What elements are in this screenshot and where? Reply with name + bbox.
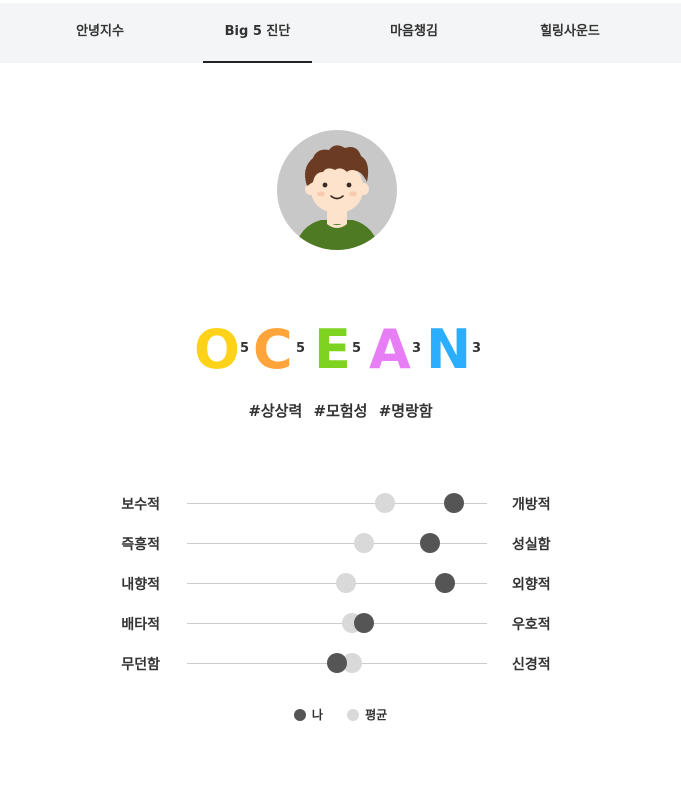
tab-big5-diagnosis[interactable]: Big 5 진단 <box>203 3 312 63</box>
trait-right-label: 신경적 <box>512 657 551 673</box>
ocean-score-c: 5 <box>296 341 306 356</box>
trait-track <box>187 573 487 593</box>
average-marker <box>354 533 374 553</box>
trait-right-label: 외향적 <box>512 577 551 593</box>
ocean-score-n: 3 <box>472 341 482 356</box>
trait-row-neuroticism: 무던함 신경적 <box>0 648 681 678</box>
hashtag: #상상력 <box>248 402 303 420</box>
trait-row-agreeableness: 배타적 우호적 <box>0 608 681 638</box>
ocean-letter-o: O <box>194 318 240 381</box>
hashtag: #명랑함 <box>378 402 433 420</box>
average-marker <box>336 573 356 593</box>
ocean-score-a: 3 <box>412 341 422 356</box>
legend-me-label: 나 <box>311 708 323 722</box>
trait-right-label: 개방적 <box>512 497 551 513</box>
my-score-marker <box>435 573 455 593</box>
avatar-illustration <box>277 130 397 250</box>
trait-track <box>187 493 487 513</box>
ocean-score-e: 5 <box>352 341 362 356</box>
my-score-marker <box>354 613 374 633</box>
avatar <box>277 130 397 250</box>
trait-track <box>187 613 487 633</box>
trait-track <box>187 533 487 553</box>
tab-wellbeing-index[interactable]: 안녕지수 <box>40 3 160 63</box>
legend: 나 평균 <box>0 706 681 723</box>
trait-left-label: 무던함 <box>121 657 160 673</box>
trait-track <box>187 653 487 673</box>
ocean-letter-c: C <box>253 318 293 381</box>
ocean-letter-n: N <box>426 318 472 381</box>
top-tab-bar: 안녕지수 Big 5 진단 마음챙김 힐링사운드 <box>0 3 681 63</box>
legend-me-dot-icon <box>293 709 306 721</box>
trait-row-conscientiousness: 즉흥적 성실함 <box>0 528 681 558</box>
ocean-letter-a: A <box>369 318 411 381</box>
trait-row-extraversion: 내향적 외향적 <box>0 568 681 598</box>
tab-mindfulness[interactable]: 마음챙김 <box>354 3 474 63</box>
legend-average-label: 평균 <box>365 708 388 722</box>
average-marker <box>375 493 395 513</box>
ocean-result: O 5 C 5 E 5 A 3 N 3 <box>186 320 496 380</box>
ocean-score-o: 5 <box>240 341 250 356</box>
legend-item-average: 평균 <box>347 706 387 723</box>
my-score-marker <box>327 653 347 673</box>
trait-left-label: 배타적 <box>121 617 160 633</box>
trait-left-label: 보수적 <box>121 497 160 513</box>
my-score-marker <box>444 493 464 513</box>
trait-right-label: 성실함 <box>512 537 551 553</box>
legend-average-dot-icon <box>347 709 360 721</box>
trait-row-openness: 보수적 개방적 <box>0 488 681 518</box>
ocean-letter-e: E <box>314 318 351 381</box>
tab-healing-sound[interactable]: 힐링사운드 <box>510 3 630 63</box>
my-score-marker <box>420 533 440 553</box>
legend-item-me: 나 <box>293 706 323 723</box>
personality-hashtags: #상상력 #모험성 #명랑함 <box>0 400 681 421</box>
trait-left-label: 즉흥적 <box>121 537 160 553</box>
hashtag: #모험성 <box>313 402 368 420</box>
trait-right-label: 우호적 <box>512 617 551 633</box>
trait-left-label: 내향적 <box>121 577 160 593</box>
